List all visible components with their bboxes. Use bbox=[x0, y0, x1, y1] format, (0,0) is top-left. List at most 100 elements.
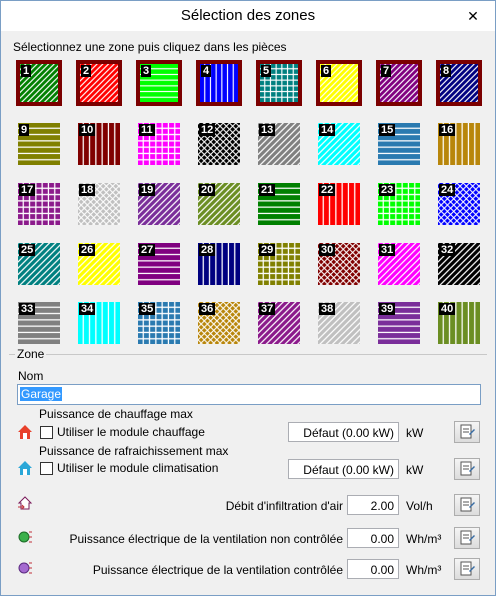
zone-number: 7 bbox=[381, 65, 392, 77]
zone-number: 5 bbox=[261, 65, 272, 77]
edit-icon bbox=[460, 424, 475, 439]
zone-swatch-29[interactable]: 29 bbox=[256, 241, 302, 287]
zone-group-label: Zone bbox=[15, 347, 47, 361]
zone-number: 24 bbox=[439, 184, 456, 196]
zone-group-border bbox=[9, 354, 487, 355]
zone-number: 34 bbox=[79, 303, 96, 315]
zone-number: 23 bbox=[379, 184, 396, 196]
zone-swatch-26[interactable]: 26 bbox=[76, 241, 122, 287]
zone-swatch-3[interactable]: 3 bbox=[136, 60, 182, 106]
ventilation-uncontrolled-field[interactable]: 0.00 bbox=[347, 528, 399, 548]
cooling-power-field[interactable]: Défaut (0.00 kW) bbox=[288, 459, 399, 479]
zone-number: 3 bbox=[141, 65, 152, 77]
zone-number: 39 bbox=[379, 303, 396, 315]
zone-swatch-34[interactable]: 34 bbox=[76, 300, 122, 346]
zone-number: 29 bbox=[259, 244, 276, 256]
zone-number: 33 bbox=[19, 303, 36, 315]
cooling-edit-button[interactable] bbox=[454, 458, 480, 480]
zone-number: 21 bbox=[259, 184, 276, 196]
zone-swatch-38[interactable]: 38 bbox=[316, 300, 362, 346]
zone-selection-dialog: Sélection des zones ✕ Sélectionnez une z… bbox=[0, 0, 496, 596]
zone-number: 35 bbox=[139, 303, 156, 315]
zone-number: 12 bbox=[199, 124, 216, 136]
zone-swatch-27[interactable]: 27 bbox=[136, 241, 182, 287]
zone-swatch-12[interactable]: 12 bbox=[196, 121, 242, 167]
ventilation-controlled-edit-button[interactable] bbox=[454, 558, 480, 580]
cooling-module-checkbox[interactable] bbox=[40, 462, 53, 475]
zone-swatch-30[interactable]: 30 bbox=[316, 241, 362, 287]
name-label: Nom bbox=[18, 369, 44, 383]
infiltration-field[interactable]: 2.00 bbox=[347, 495, 399, 515]
name-input-value: Garage bbox=[20, 387, 63, 401]
zone-number: 8 bbox=[441, 65, 452, 77]
zone-swatch-1[interactable]: 1 bbox=[16, 60, 62, 106]
zone-swatch-11[interactable]: 11 bbox=[136, 121, 182, 167]
zone-swatch-4[interactable]: 4 bbox=[196, 60, 242, 106]
zone-swatch-13[interactable]: 13 bbox=[256, 121, 302, 167]
ventilation-uncontrolled-edit-button[interactable] bbox=[454, 527, 480, 549]
zone-swatch-40[interactable]: 40 bbox=[436, 300, 482, 346]
heating-unit: kW bbox=[406, 426, 424, 440]
heating-edit-button[interactable] bbox=[454, 421, 480, 443]
zone-swatch-32[interactable]: 32 bbox=[436, 241, 482, 287]
zone-swatch-35[interactable]: 35 bbox=[136, 300, 182, 346]
close-icon[interactable]: ✕ bbox=[466, 9, 480, 23]
zone-swatch-20[interactable]: 20 bbox=[196, 181, 242, 227]
cooling-module-label: Utiliser le module climatisation bbox=[57, 461, 219, 475]
zone-number: 17 bbox=[19, 184, 36, 196]
zone-swatch-10[interactable]: 10 bbox=[76, 121, 122, 167]
zone-swatch-9[interactable]: 9 bbox=[16, 121, 62, 167]
zone-swatch-28[interactable]: 28 bbox=[196, 241, 242, 287]
zone-number: 37 bbox=[259, 303, 276, 315]
title-bar: Sélection des zones ✕ bbox=[1, 1, 495, 31]
zone-swatch-19[interactable]: 19 bbox=[136, 181, 182, 227]
zone-swatch-2[interactable]: 2 bbox=[76, 60, 122, 106]
zone-number: 26 bbox=[79, 244, 96, 256]
edit-icon bbox=[460, 497, 475, 512]
zone-swatch-36[interactable]: 36 bbox=[196, 300, 242, 346]
zone-swatch-21[interactable]: 21 bbox=[256, 181, 302, 227]
ventilation-controlled-field[interactable]: 0.00 bbox=[347, 559, 399, 579]
cooling-title: Puissance de rafraichissement max bbox=[39, 444, 229, 458]
zone-swatch-15[interactable]: 15 bbox=[376, 121, 422, 167]
zone-swatch-5[interactable]: 5 bbox=[256, 60, 302, 106]
zone-number: 9 bbox=[19, 124, 30, 136]
instruction-text: Sélectionnez une zone puis cliquez dans … bbox=[13, 40, 287, 54]
zone-number: 27 bbox=[139, 244, 156, 256]
infiltration-label: Débit d'infiltration d'air bbox=[225, 499, 343, 513]
zone-number: 14 bbox=[319, 124, 336, 136]
zone-swatch-18[interactable]: 18 bbox=[76, 181, 122, 227]
zone-swatch-14[interactable]: 14 bbox=[316, 121, 362, 167]
zone-swatch-17[interactable]: 17 bbox=[16, 181, 62, 227]
zone-swatch-31[interactable]: 31 bbox=[376, 241, 422, 287]
zone-swatch-16[interactable]: 16 bbox=[436, 121, 482, 167]
heating-power-field[interactable]: Défaut (0.00 kW) bbox=[288, 422, 399, 442]
infiltration-icon bbox=[17, 496, 33, 510]
zone-swatch-23[interactable]: 23 bbox=[376, 181, 422, 227]
ventilation-controlled-label: Puissance électrique de la ventilation c… bbox=[92, 563, 343, 577]
zone-number: 36 bbox=[199, 303, 216, 315]
zone-swatch-22[interactable]: 22 bbox=[316, 181, 362, 227]
heating-module-checkbox[interactable] bbox=[40, 426, 53, 439]
zone-swatch-37[interactable]: 37 bbox=[256, 300, 302, 346]
zone-number: 32 bbox=[439, 244, 456, 256]
infiltration-edit-button[interactable] bbox=[454, 494, 480, 516]
zone-swatch-6[interactable]: 6 bbox=[316, 60, 362, 106]
zone-swatch-8[interactable]: 8 bbox=[436, 60, 482, 106]
zone-number: 13 bbox=[259, 124, 276, 136]
heating-title: Puissance de chauffage max bbox=[39, 407, 193, 421]
zone-number: 19 bbox=[139, 184, 156, 196]
ventilation-uncontrolled-unit: Wh/m³ bbox=[406, 532, 442, 546]
zone-number: 40 bbox=[439, 303, 456, 315]
edit-icon bbox=[460, 561, 475, 576]
zone-number: 38 bbox=[319, 303, 336, 315]
zone-number: 31 bbox=[379, 244, 396, 256]
heating-house-icon bbox=[18, 425, 32, 439]
zone-number: 10 bbox=[79, 124, 96, 136]
zone-swatch-25[interactable]: 25 bbox=[16, 241, 62, 287]
name-input[interactable]: Garage bbox=[17, 384, 481, 405]
zone-swatch-24[interactable]: 24 bbox=[436, 181, 482, 227]
zone-swatch-39[interactable]: 39 bbox=[376, 300, 422, 346]
zone-swatch-7[interactable]: 7 bbox=[376, 60, 422, 106]
zone-swatch-33[interactable]: 33 bbox=[16, 300, 62, 346]
